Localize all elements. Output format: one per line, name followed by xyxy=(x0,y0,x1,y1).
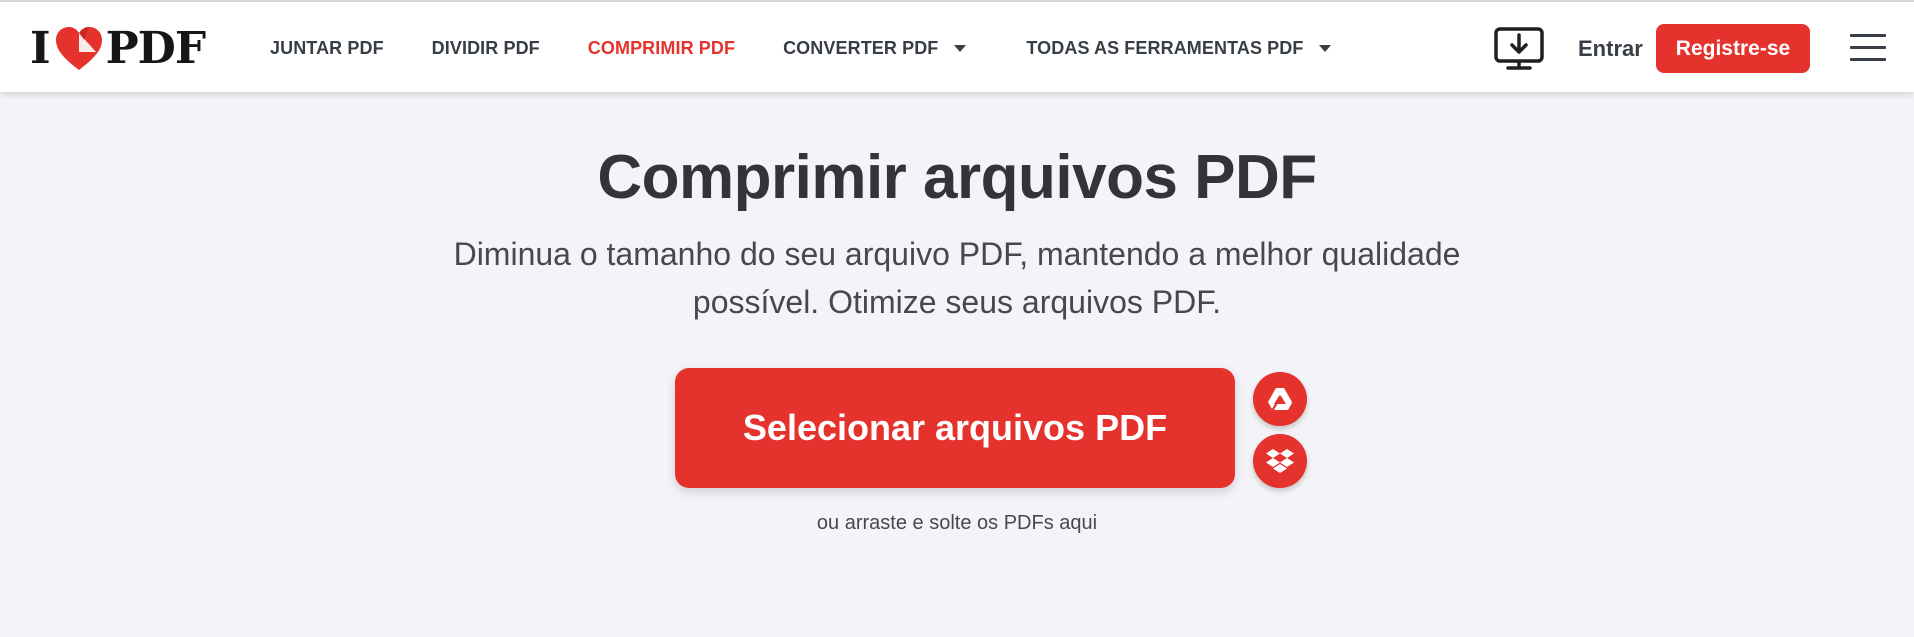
hamburger-line xyxy=(1850,34,1886,37)
nav-juntar-pdf-label: JUNTAR PDF xyxy=(270,37,384,58)
logo-letter-i: I xyxy=(30,23,51,74)
top-navigation-bar: I PDF JUNTAR PDF DIVIDIR PDF COMPRIMIR P… xyxy=(0,0,1914,92)
page-subtitle: Diminua o tamanho do seu arquivo PDF, ma… xyxy=(407,230,1507,326)
main-nav: JUNTAR PDF DIVIDIR PDF COMPRIMIR PDF CON… xyxy=(270,2,1379,94)
register-button[interactable]: Registre-se xyxy=(1656,24,1810,73)
drag-drop-hint: ou arraste e solte os PDFs aqui xyxy=(816,512,1098,534)
select-pdf-files-button[interactable]: Selecionar arquivos PDF xyxy=(675,368,1235,488)
nav-dividir-pdf[interactable]: DIVIDIR PDF xyxy=(432,38,540,59)
page-title: Comprimir arquivos PDF xyxy=(597,143,1317,212)
logo-text-pdf: PDF xyxy=(105,23,206,74)
nav-converter-pdf-label: CONVERTER PDF xyxy=(783,37,939,58)
chevron-down-icon xyxy=(954,44,967,52)
desktop-download-icon[interactable] xyxy=(1494,27,1544,71)
nav-converter-pdf[interactable]: CONVERTER PDF xyxy=(783,37,967,59)
nav-todas-ferramentas-label: TODAS AS FERRAMENTAS PDF xyxy=(1026,37,1304,58)
dropbox-button[interactable] xyxy=(1253,434,1307,488)
ilovepdf-logo[interactable]: I PDF xyxy=(30,23,206,74)
hamburger-menu-icon[interactable] xyxy=(1850,34,1886,62)
hamburger-line xyxy=(1850,46,1886,49)
dropbox-icon xyxy=(1266,449,1294,473)
nav-juntar-pdf[interactable]: JUNTAR PDF xyxy=(270,38,384,59)
hamburger-line xyxy=(1850,58,1886,61)
chevron-down-icon xyxy=(1319,44,1332,52)
login-link[interactable]: Entrar xyxy=(1578,36,1643,62)
nav-dividir-pdf-label: DIVIDIR PDF xyxy=(431,37,540,58)
subtitle-line-1: Diminua o tamanho do seu arquivo PDF, ma… xyxy=(453,236,1461,272)
nav-todas-ferramentas[interactable]: TODAS AS FERRAMENTAS PDF xyxy=(1026,37,1332,59)
subtitle-line-2: possível. Otimize seus arquivos PDF. xyxy=(692,284,1222,320)
google-drive-icon xyxy=(1268,388,1292,410)
google-drive-button[interactable] xyxy=(1253,372,1307,426)
nav-comprimir-pdf[interactable]: COMPRIMIR PDF xyxy=(588,38,735,59)
heart-icon xyxy=(55,27,102,70)
nav-comprimir-pdf-label: COMPRIMIR PDF xyxy=(587,37,736,58)
